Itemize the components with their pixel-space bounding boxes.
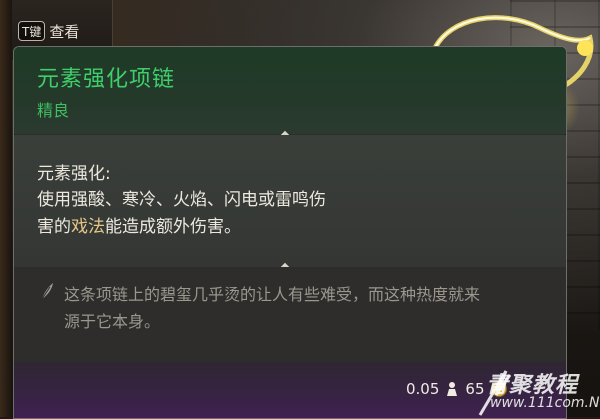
item-rarity: 精良: [37, 101, 70, 120]
weight-value: 0.05: [406, 380, 440, 398]
item-name: 元素强化项链: [37, 67, 176, 92]
effect-line-1: 使用强酸、寒冷、火焰、闪电或雷鸣伤: [37, 190, 326, 210]
hotkey-key: T键: [18, 21, 46, 41]
effect-name: 元素强化:: [37, 164, 111, 184]
left-frame: [0, 0, 12, 417]
effect-line-2: 害的戏法能造成额外伤害。: [37, 214, 437, 241]
weight-icon: [447, 382, 458, 396]
effect-description: 使用强酸、寒冷、火焰、闪电或雷鸣伤 害的戏法能造成额外伤害。: [37, 187, 437, 241]
watermark-url: www.111com.Net: [490, 395, 600, 411]
effect-text: 害的: [37, 217, 71, 237]
effect-text: 能造成额外伤害。: [105, 217, 241, 237]
hotkey-hint[interactable]: T键 查看: [18, 20, 79, 42]
item-tooltip: 元素强化项链 精良 元素强化: 使用强酸、寒冷、火焰、闪电或雷鸣伤 害的戏法能造…: [13, 46, 567, 419]
flavor-text: 这条项链上的碧玺几乎烫的让人有些难受，而这种热度就来源于它本身。: [64, 285, 481, 331]
cantrip-keyword[interactable]: 戏法: [71, 217, 105, 237]
hotkey-label: 查看: [49, 22, 80, 41]
feather-icon: [41, 283, 53, 300]
